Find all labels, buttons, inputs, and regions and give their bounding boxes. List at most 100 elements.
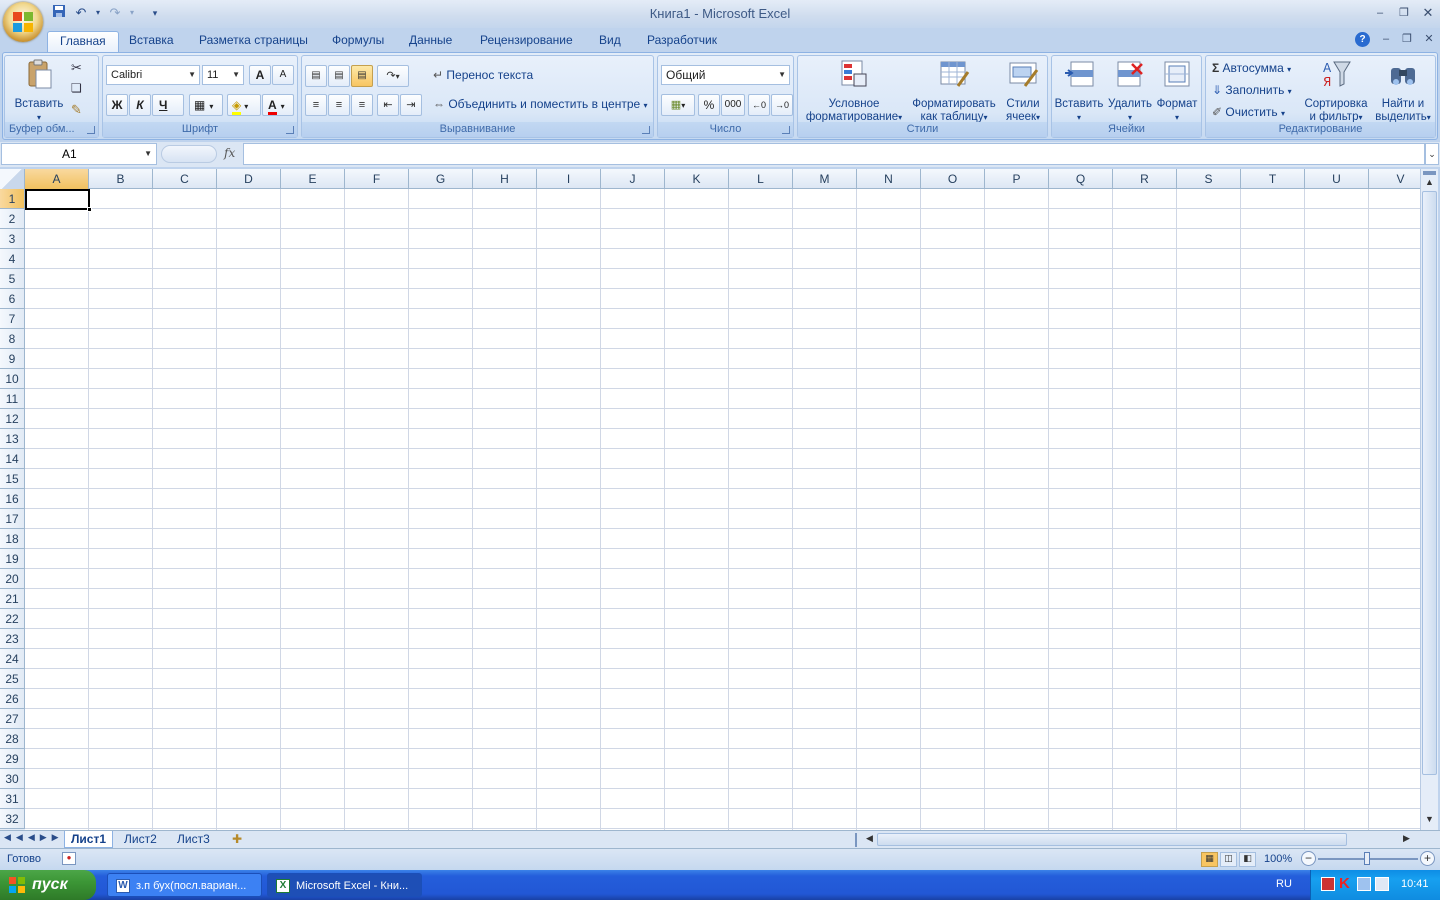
formula-expand-handle[interactable]: [161, 145, 217, 163]
column-header-t[interactable]: T: [1241, 169, 1305, 189]
column-header-d[interactable]: D: [217, 169, 281, 189]
format-cells-button[interactable]: Формат ▾: [1154, 58, 1200, 124]
format-painter-icon[interactable]: ✎: [71, 102, 82, 118]
display-icon[interactable]: [1375, 877, 1389, 891]
row-header-2[interactable]: 2: [0, 209, 25, 229]
row-header-20[interactable]: 20: [0, 569, 25, 589]
tab-split-handle[interactable]: [855, 833, 861, 847]
column-header-v[interactable]: V: [1369, 169, 1420, 189]
underline-button[interactable]: Ч: [152, 94, 184, 116]
column-header-o[interactable]: O: [921, 169, 985, 189]
row-header-17[interactable]: 17: [0, 509, 25, 529]
cell-styles-button[interactable]: Стили ячеек▾: [1000, 58, 1046, 124]
align-right-icon[interactable]: ≡: [351, 94, 373, 116]
font-name-combo[interactable]: Calibri ▼: [106, 65, 200, 85]
normal-view-icon[interactable]: ▦: [1201, 852, 1218, 867]
tab-developer[interactable]: Разработчик: [635, 31, 729, 52]
minimize-icon[interactable]: –: [1372, 6, 1388, 20]
tab-home[interactable]: Главная: [47, 31, 119, 52]
column-header-f[interactable]: F: [345, 169, 409, 189]
autosum-button[interactable]: Σ Автосумма ▾: [1212, 61, 1291, 75]
taskbar-item-word[interactable]: W з.п бух(посл.вариан...: [107, 873, 262, 897]
redo-dropdown-icon[interactable]: ▾: [128, 4, 136, 22]
clipboard-dialog-launcher[interactable]: [87, 126, 95, 134]
sheet-tab-1[interactable]: Лист1: [64, 831, 114, 848]
insert-sheet-icon[interactable]: ✚: [226, 831, 248, 848]
row-header-8[interactable]: 8: [0, 329, 25, 349]
decrease-indent-icon[interactable]: ⇤: [377, 94, 399, 116]
clear-button[interactable]: ✐ Очистить ▾: [1212, 105, 1285, 119]
merge-center-button[interactable]: ⇔ Объединить и поместить в центре ▾: [433, 97, 648, 111]
undo-dropdown-icon[interactable]: ▾: [94, 4, 102, 22]
sheet-nav-icons[interactable]: ◀◀◀▶▶: [4, 832, 64, 843]
column-header-u[interactable]: U: [1305, 169, 1369, 189]
increase-decimal-icon[interactable]: ←0: [748, 94, 770, 116]
sheet-tab-2[interactable]: Лист2: [118, 831, 163, 848]
start-button[interactable]: пуск: [0, 870, 96, 900]
align-bottom-icon[interactable]: ▤: [351, 65, 373, 87]
tray-app-icon[interactable]: [1321, 877, 1335, 891]
office-button[interactable]: [3, 2, 43, 42]
redo-icon[interactable]: ↷: [106, 4, 124, 22]
close-icon[interactable]: ✕: [1420, 6, 1436, 20]
row-header-6[interactable]: 6: [0, 289, 25, 309]
bold-button[interactable]: Ж: [106, 94, 128, 116]
page-break-view-icon[interactable]: ◧: [1239, 852, 1256, 867]
row-header-27[interactable]: 27: [0, 709, 25, 729]
column-header-k[interactable]: K: [665, 169, 729, 189]
wrap-text-button[interactable]: ↵ Перенос текста: [433, 68, 533, 82]
alignment-dialog-launcher[interactable]: [642, 126, 650, 134]
insert-function-button[interactable]: fx: [224, 146, 235, 160]
grow-font-button[interactable]: A: [249, 65, 271, 85]
language-indicator[interactable]: RU: [1276, 878, 1292, 890]
row-header-9[interactable]: 9: [0, 349, 25, 369]
find-select-button[interactable]: Найти и выделить▾: [1372, 58, 1434, 124]
row-header-18[interactable]: 18: [0, 529, 25, 549]
horizontal-scroll-thumb[interactable]: [877, 833, 1347, 846]
decrease-decimal-icon[interactable]: →0: [771, 94, 793, 116]
row-header-24[interactable]: 24: [0, 649, 25, 669]
zoom-out-icon[interactable]: −: [1301, 851, 1316, 866]
save-icon[interactable]: [50, 4, 68, 22]
format-as-table-button[interactable]: Форматировать как таблицу▾: [908, 58, 1000, 124]
taskbar-item-excel[interactable]: X Microsoft Excel - Кни...: [267, 873, 422, 897]
row-header-16[interactable]: 16: [0, 489, 25, 509]
increase-indent-icon[interactable]: ⇥: [400, 94, 422, 116]
orientation-icon[interactable]: ↷▾: [377, 65, 409, 87]
align-top-icon[interactable]: ▤: [305, 65, 327, 87]
row-header-21[interactable]: 21: [0, 589, 25, 609]
split-box[interactable]: [1423, 171, 1436, 175]
percent-button[interactable]: %: [698, 94, 720, 116]
tab-review[interactable]: Рецензирование: [468, 31, 585, 52]
active-cell[interactable]: [25, 189, 92, 212]
column-header-p[interactable]: P: [985, 169, 1049, 189]
number-format-combo[interactable]: Общий ▼: [661, 65, 790, 85]
number-dialog-launcher[interactable]: [782, 126, 790, 134]
column-header-m[interactable]: M: [793, 169, 857, 189]
currency-button[interactable]: ▦▾: [661, 94, 695, 116]
formula-bar-expand-icon[interactable]: ⌄: [1425, 143, 1439, 165]
network-icon[interactable]: [1357, 877, 1371, 891]
row-header-14[interactable]: 14: [0, 449, 25, 469]
antivirus-icon[interactable]: K: [1339, 875, 1350, 892]
formula-input[interactable]: [243, 143, 1425, 165]
column-header-a[interactable]: A: [25, 169, 89, 189]
column-header-b[interactable]: B: [89, 169, 153, 189]
column-header-g[interactable]: G: [409, 169, 473, 189]
align-left-icon[interactable]: ≡: [305, 94, 327, 116]
vertical-scrollbar[interactable]: ▲ ▼: [1420, 169, 1438, 830]
workbook-restore-icon[interactable]: ❐: [1399, 32, 1415, 46]
scroll-right-icon[interactable]: ▶: [1403, 833, 1410, 844]
zoom-slider-thumb[interactable]: [1364, 852, 1370, 865]
row-header-29[interactable]: 29: [0, 749, 25, 769]
row-header-19[interactable]: 19: [0, 549, 25, 569]
column-header-c[interactable]: C: [153, 169, 217, 189]
row-header-10[interactable]: 10: [0, 369, 25, 389]
font-dialog-launcher[interactable]: [286, 126, 294, 134]
select-all-button[interactable]: [0, 169, 25, 189]
column-header-r[interactable]: R: [1113, 169, 1177, 189]
thousands-button[interactable]: 000: [721, 94, 745, 116]
italic-button[interactable]: К: [129, 94, 151, 116]
fill-handle[interactable]: [87, 207, 92, 212]
row-header-31[interactable]: 31: [0, 789, 25, 809]
